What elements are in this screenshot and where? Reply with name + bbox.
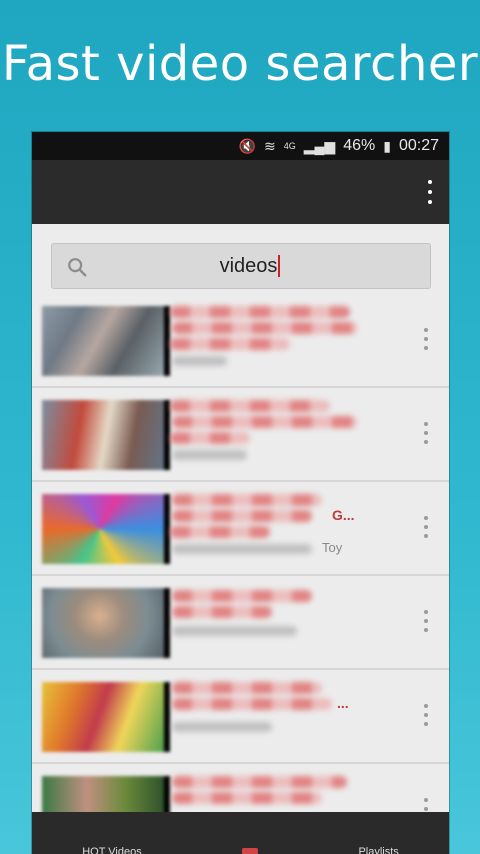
- video-thumbnail[interactable]: [42, 306, 170, 376]
- item-menu-button[interactable]: [423, 516, 429, 538]
- tab-search-active[interactable]: [242, 848, 259, 854]
- dot-icon: [428, 190, 432, 194]
- search-area: videos: [32, 224, 449, 294]
- search-value-wrap: videos: [52, 255, 430, 278]
- list-item[interactable]: G... Toy: [32, 482, 449, 576]
- tab-hot-videos[interactable]: HOT Videos: [82, 846, 142, 854]
- wifi-icon: ≋: [264, 137, 276, 154]
- result-title-fragment: G...: [332, 507, 355, 523]
- dot-icon: [428, 200, 432, 204]
- overflow-menu-button[interactable]: [425, 180, 435, 204]
- mute-icon: 🔇: [238, 137, 256, 154]
- text-caret: [278, 255, 281, 278]
- list-item[interactable]: ...: [32, 670, 449, 764]
- battery-icon: ▮: [383, 137, 391, 154]
- clock: 00:27: [398, 137, 439, 154]
- bottom-navigation: HOT Videos Playlists: [32, 812, 449, 854]
- search-value: videos: [219, 254, 278, 277]
- list-item[interactable]: [32, 764, 449, 814]
- video-thumbnail[interactable]: [42, 400, 170, 470]
- list-item[interactable]: [32, 388, 449, 482]
- signal-icon: ▂▄▆: [303, 137, 336, 154]
- promo-title: Fast video searcher: [1, 36, 479, 92]
- video-thumbnail[interactable]: [42, 682, 170, 752]
- item-menu-button[interactable]: [423, 328, 429, 350]
- search-icon: [68, 258, 87, 277]
- status-bar: 🔇 ≋ 4G ▂▄▆ 46% ▮ 00:27: [32, 132, 449, 160]
- item-menu-button[interactable]: [423, 610, 429, 632]
- item-menu-button[interactable]: [423, 704, 429, 726]
- tab-playlists[interactable]: Playlists: [358, 846, 398, 854]
- battery-percent: 46%: [343, 137, 376, 154]
- video-thumbnail[interactable]: [42, 494, 170, 564]
- app-bar: [32, 160, 449, 224]
- video-thumbnail[interactable]: [42, 588, 170, 658]
- results-list[interactable]: G... Toy ...: [32, 294, 449, 814]
- phone-screen: 🔇 ≋ 4G ▂▄▆ 46% ▮ 00:27 videos G... Toy .…: [32, 132, 449, 854]
- item-menu-button[interactable]: [423, 422, 429, 444]
- list-item[interactable]: [32, 576, 449, 670]
- list-item[interactable]: [32, 294, 449, 388]
- video-thumbnail[interactable]: [42, 776, 170, 814]
- network-type-label: 4G: [283, 141, 296, 151]
- dot-icon: [428, 180, 432, 184]
- result-title-fragment: ...: [337, 695, 349, 711]
- result-subtitle-fragment: Toy: [322, 540, 343, 555]
- search-input[interactable]: videos: [51, 243, 431, 289]
